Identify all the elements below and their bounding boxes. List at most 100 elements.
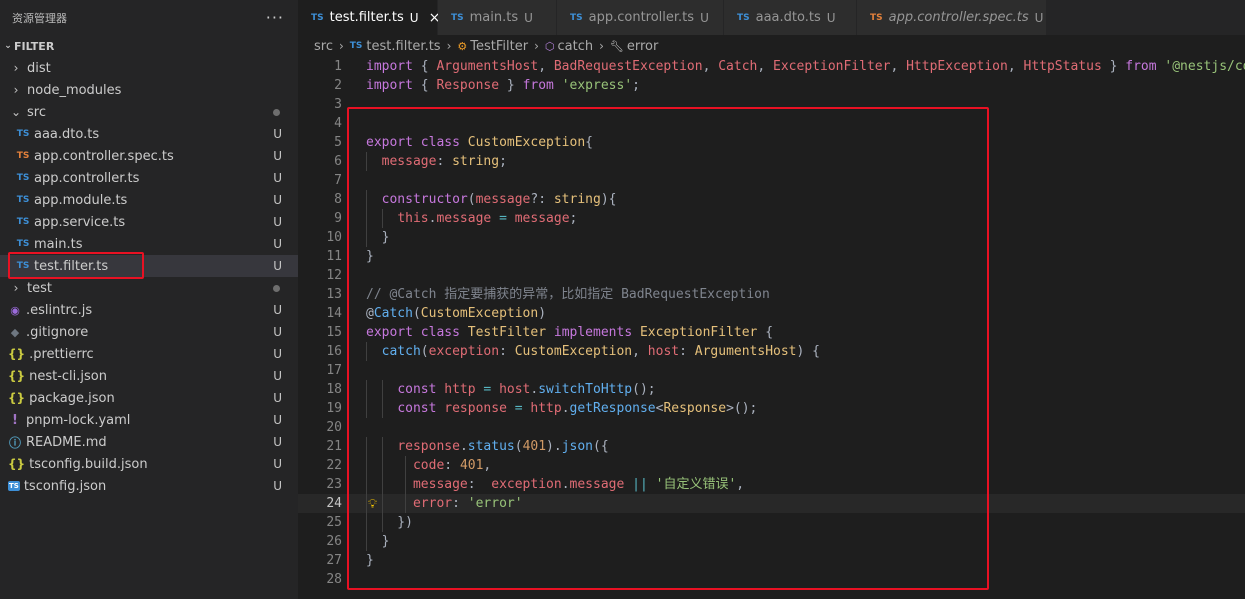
git-status-badge: U: [273, 215, 282, 229]
editor-tab[interactable]: TS test.filter.ts U ×: [298, 0, 440, 35]
code-token: =: [514, 400, 523, 416]
line-number: 22: [326, 457, 342, 473]
code-token: export: [366, 324, 413, 340]
tab-status-badge: U: [1034, 10, 1044, 25]
breadcrumb-item-method[interactable]: catch: [557, 39, 593, 54]
git-status-badge: U: [273, 479, 282, 493]
breadcrumb-item-file[interactable]: test.filter.ts: [366, 39, 440, 54]
code-token: import: [366, 77, 413, 93]
line-number: 17: [326, 362, 342, 378]
code-token: :: [444, 457, 460, 473]
chevron-right-icon: ›: [338, 39, 344, 53]
tab-label: main.ts: [469, 10, 519, 25]
line-number: 27: [326, 552, 342, 568]
file-item[interactable]: TS test.filter.ts U: [0, 255, 298, 277]
code-text: const http = host.switchToHttp();: [366, 380, 655, 399]
breadcrumb-item-class[interactable]: TestFilter: [470, 39, 528, 54]
code-token: }: [366, 533, 390, 549]
file-item[interactable]: ! pnpm-lock.yaml U: [0, 409, 298, 431]
code-token: {: [585, 134, 593, 150]
line-number: 4: [334, 115, 342, 131]
modified-dot-indicator: [273, 109, 280, 116]
file-item[interactable]: {} .prettierrc U: [0, 343, 298, 365]
folder-item[interactable]: › node_modules: [0, 79, 298, 101]
file-item[interactable]: {} tsconfig.build.json U: [0, 453, 298, 475]
tab-label: aaa.dto.ts: [755, 10, 821, 25]
code-token: BadRequestException: [553, 58, 703, 74]
editor-tab[interactable]: TS aaa.dto.ts U: [724, 0, 857, 35]
code-line: 1 import { ArgumentsHost, BadRequestExcep…: [298, 57, 1245, 76]
git-status-badge: U: [273, 457, 282, 471]
code-token: http: [530, 400, 562, 416]
code-text: constructor(message?: string){: [366, 190, 617, 209]
file-item[interactable]: {} nest-cli.json U: [0, 365, 298, 387]
line-number: 9: [334, 210, 342, 226]
git-file-icon: ◆: [10, 325, 20, 339]
typescript-file-icon: TS: [16, 129, 30, 139]
code-token: status: [467, 438, 515, 454]
file-name: package.json: [29, 390, 115, 406]
breadcrumb-item-property[interactable]: error: [627, 39, 658, 54]
editor-tab[interactable]: TS main.ts U: [438, 0, 557, 35]
json-file-icon: {}: [8, 457, 26, 471]
editor-tab[interactable]: TS app.controller.spec.ts U: [857, 0, 1047, 35]
code-text: }: [366, 247, 374, 266]
file-name: .prettierrc: [29, 346, 94, 362]
file-item[interactable]: TS app.controller.spec.ts U: [0, 145, 298, 167]
file-item[interactable]: {} package.json U: [0, 387, 298, 409]
file-item[interactable]: TS app.service.ts U: [0, 211, 298, 233]
file-item[interactable]: ⓘ README.md U: [0, 431, 298, 453]
line-number: 28: [326, 571, 342, 587]
code-token: ,: [736, 476, 745, 492]
folder-item[interactable]: › dist: [0, 57, 298, 79]
code-token: (: [467, 191, 476, 207]
folder-section-header[interactable]: ⌄ FILTER: [0, 35, 298, 57]
chevron-right-icon: ›: [446, 39, 452, 53]
chevron-right-icon: ›: [599, 39, 604, 53]
folder-item[interactable]: ⌄ src: [0, 101, 298, 123]
editor-tab[interactable]: TS app.controller.ts U: [557, 0, 724, 35]
file-item[interactable]: TS tsconfig.json U: [0, 475, 298, 497]
file-item[interactable]: TS app.controller.ts U: [0, 167, 298, 189]
file-item[interactable]: TS app.module.ts U: [0, 189, 298, 211]
file-item[interactable]: ◉ .eslintrc.js U: [0, 299, 298, 321]
code-token: ||: [632, 476, 648, 492]
explorer-title: 资源管理器: [12, 11, 67, 25]
explorer-sidebar: 资源管理器 ··· ⌄ FILTER › dist › node_modules ⌄ sr…: [0, 0, 298, 599]
file-item[interactable]: ◆ .gitignore U: [0, 321, 298, 343]
code-editor[interactable]: 1 import { ArgumentsHost, BadRequestExcep…: [298, 57, 1245, 599]
code-token: message: [475, 191, 531, 207]
code-token: const: [397, 400, 437, 416]
file-item[interactable]: TS aaa.dto.ts U: [0, 123, 298, 145]
code-text: // @Catch 指定要捕获的异常，比如指定 BadRequestExcept…: [366, 285, 770, 304]
code-token: '@nestjs/common': [1164, 58, 1245, 74]
line-number: 19: [326, 400, 342, 416]
line-number: 12: [326, 267, 342, 283]
code-token: HttpException: [906, 58, 1008, 74]
code-token: ).: [546, 438, 562, 454]
file-item[interactable]: TS main.ts U: [0, 233, 298, 255]
code-text: export class TestFilter implements Excep…: [366, 323, 773, 342]
file-name: README.md: [26, 434, 107, 450]
code-token: class: [420, 134, 460, 150]
code-token: }: [499, 77, 523, 93]
more-actions-icon[interactable]: ···: [266, 8, 284, 27]
line-number: 8: [334, 191, 342, 207]
code-token: :: [452, 495, 468, 511]
folder-item[interactable]: › test: [0, 277, 298, 299]
git-status-badge: U: [273, 237, 282, 251]
lightbulb-icon[interactable]: 💡︎: [368, 495, 377, 514]
breadcrumb-item-folder[interactable]: src: [314, 39, 333, 54]
code-token: 'express': [561, 77, 633, 93]
code-text: message: string;: [366, 152, 507, 171]
code-text: message: exception.message || '自定义错误',: [366, 475, 744, 494]
code-token: constructor: [381, 191, 468, 207]
file-name: node_modules: [27, 82, 122, 98]
code-line: 21 response.status(401).json({: [298, 436, 1245, 456]
file-name: app.service.ts: [34, 214, 126, 230]
